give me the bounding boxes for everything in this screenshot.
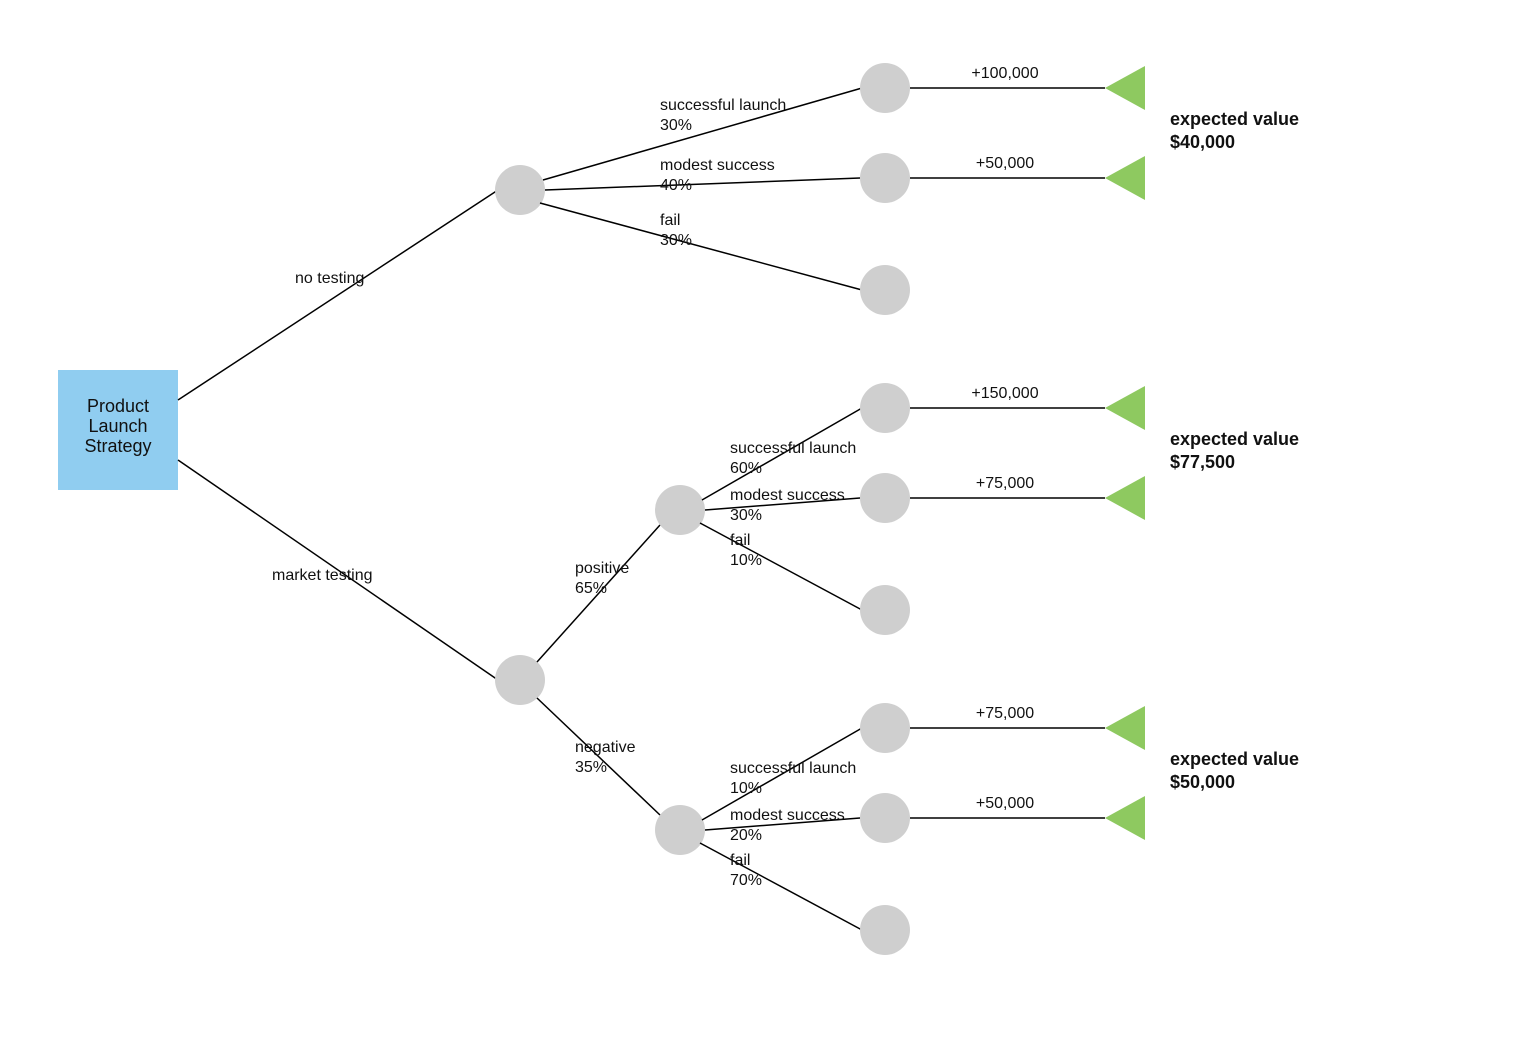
edge-pos-o3	[700, 523, 862, 610]
terminal-icon	[1105, 706, 1145, 750]
test-positive-pct: 65%	[575, 580, 607, 597]
outcome-node	[860, 703, 910, 753]
pos-o2-label: modest success	[730, 487, 845, 504]
pos-o3-pct: 10%	[730, 552, 762, 569]
nt-o2-label: modest success	[660, 157, 775, 174]
decision-tree-diagram: Product Launch Strategy no testing marke…	[0, 0, 1536, 1043]
test-negative-pct: 35%	[575, 759, 607, 776]
dec-market-testing-label: market testing	[272, 567, 372, 584]
outcome-node	[860, 473, 910, 523]
edge-root-to-notesting	[178, 190, 498, 400]
root-label-line1: Product	[87, 396, 149, 416]
terminal-icon	[1105, 796, 1145, 840]
terminal-icon	[1105, 386, 1145, 430]
neg-o1-pct: 10%	[730, 780, 762, 797]
pos-o2-payoff: +75,000	[976, 475, 1034, 492]
neg-o2-pct: 20%	[730, 827, 762, 844]
outcome-node	[860, 383, 910, 433]
ev-title-pos: expected value	[1170, 429, 1299, 449]
outcome-node	[860, 793, 910, 843]
pos-o1-pct: 60%	[730, 460, 762, 477]
root-label-line3: Strategy	[84, 436, 151, 456]
edge-nt-o3	[540, 203, 862, 290]
neg-o2-payoff: +50,000	[976, 795, 1034, 812]
terminal-icon	[1105, 156, 1145, 200]
test-negative-label: negative	[575, 739, 636, 756]
outcome-node	[860, 265, 910, 315]
outcome-node	[860, 585, 910, 635]
terminal-icon	[1105, 476, 1145, 520]
nt-o1-pct: 30%	[660, 117, 692, 134]
nt-o1-payoff: +100,000	[971, 65, 1038, 82]
root-label-line2: Launch	[88, 416, 147, 436]
neg-o3-pct: 70%	[730, 872, 762, 889]
outcome-node	[860, 905, 910, 955]
nt-o2-pct: 40%	[660, 177, 692, 194]
terminal-icon	[1105, 66, 1145, 110]
ev-val-pos: $77,500	[1170, 452, 1235, 472]
ev-val-nt: $40,000	[1170, 132, 1235, 152]
pos-o3-label: fail	[730, 532, 750, 549]
dec-no-testing-label: no testing	[295, 270, 364, 287]
nt-o3-label: fail	[660, 212, 680, 229]
outcome-node	[860, 63, 910, 113]
pos-o1-label: successful launch	[730, 440, 856, 457]
nt-o3-pct: 30%	[660, 232, 692, 249]
ev-val-neg: $50,000	[1170, 772, 1235, 792]
pos-o1-payoff: +150,000	[971, 385, 1038, 402]
edge-nt-o2	[545, 178, 860, 190]
neg-o1-payoff: +75,000	[976, 705, 1034, 722]
chance-node-notesting	[495, 165, 545, 215]
nt-o2-payoff: +50,000	[976, 155, 1034, 172]
chance-node-positive	[655, 485, 705, 535]
outcome-node	[860, 153, 910, 203]
edge-neg-o3	[700, 843, 862, 930]
chance-node-negative	[655, 805, 705, 855]
test-positive-label: positive	[575, 560, 629, 577]
ev-title-nt: expected value	[1170, 109, 1299, 129]
neg-o1-label: successful launch	[730, 760, 856, 777]
pos-o2-pct: 30%	[730, 507, 762, 524]
edge-mt-negative	[537, 698, 660, 815]
ev-title-neg: expected value	[1170, 749, 1299, 769]
nt-o1-label: successful launch	[660, 97, 786, 114]
neg-o3-label: fail	[730, 852, 750, 869]
neg-o2-label: modest success	[730, 807, 845, 824]
